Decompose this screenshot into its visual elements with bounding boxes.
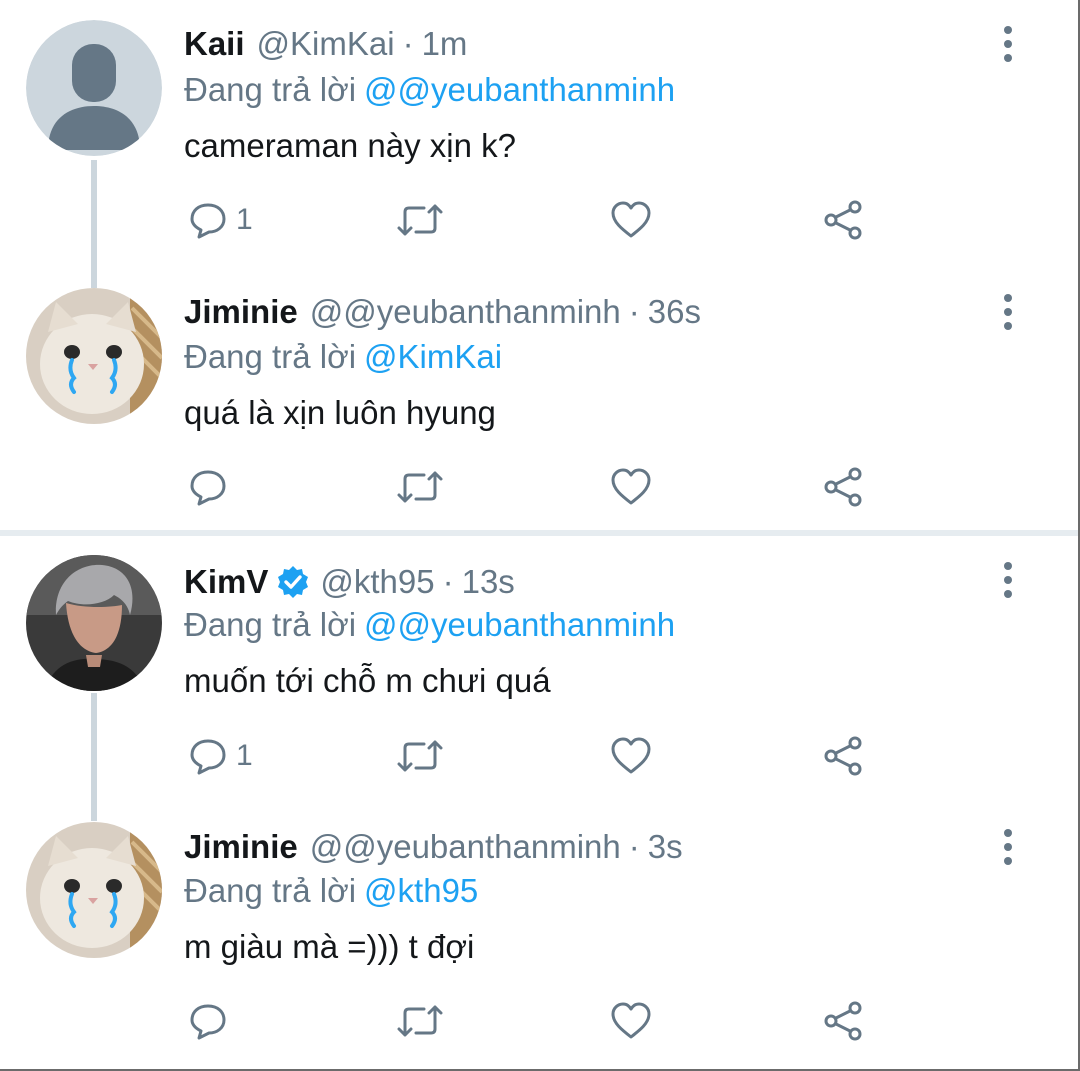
reply-button[interactable] xyxy=(188,463,236,511)
author-name[interactable]: KimV xyxy=(184,560,268,604)
reply-icon xyxy=(190,739,226,775)
tweet[interactable]: Jiminie @@yeubanthanminh · 3s Đang trả l… xyxy=(0,801,1078,1066)
timestamp[interactable]: 1m xyxy=(422,22,468,66)
like-button[interactable] xyxy=(610,463,652,511)
retweet-icon xyxy=(397,204,443,236)
more-vertical-icon[interactable] xyxy=(996,827,1020,867)
timestamp[interactable]: 36s xyxy=(648,290,701,334)
verified-badge-icon xyxy=(276,565,310,599)
tweet-header: KimV @kth95 · 13s xyxy=(184,560,515,604)
replying-mention[interactable]: @@yeubanthanminh xyxy=(364,71,675,108)
tweet-header: Kaii @KimKai · 1m xyxy=(184,22,467,66)
reply-button[interactable]: 1 xyxy=(188,732,253,780)
share-button[interactable] xyxy=(822,732,864,780)
author-handle[interactable]: @KimKai xyxy=(257,22,395,66)
retweet-button[interactable] xyxy=(396,196,444,244)
replying-to: Đang trả lời @KimKai xyxy=(184,335,502,379)
author-handle[interactable]: @@yeubanthanminh xyxy=(310,290,621,334)
share-icon xyxy=(824,1001,862,1041)
tweet-actions xyxy=(184,997,884,1045)
share-button[interactable] xyxy=(822,997,864,1045)
retweet-icon xyxy=(397,471,443,503)
reply-count: 1 xyxy=(236,203,253,236)
tweet-header: Jiminie @@yeubanthanminh · 36s xyxy=(184,290,701,334)
tweet-text: quá là xịn luôn hyung xyxy=(184,394,496,431)
reply-icon xyxy=(190,470,226,506)
tweet-header: Jiminie @@yeubanthanminh · 3s xyxy=(184,825,683,869)
reply-count: 1 xyxy=(236,739,253,772)
author-name[interactable]: Jiminie xyxy=(184,825,298,869)
tweet-actions: 1 xyxy=(184,196,884,244)
thread-2: KimV @kth95 · 13s Đang trả lời @@yeubanth… xyxy=(0,536,1078,1069)
share-icon xyxy=(824,467,862,507)
timestamp[interactable]: 3s xyxy=(648,825,683,869)
replying-to: Đang trả lời @@yeubanthanminh xyxy=(184,603,675,647)
author-name[interactable]: Kaii xyxy=(184,22,245,66)
tweet-text: cameraman này xịn k? xyxy=(184,127,516,164)
avatar-person-photo[interactable] xyxy=(26,555,162,691)
like-button[interactable] xyxy=(610,196,652,244)
replying-to: Đang trả lời @@yeubanthanminh xyxy=(184,68,675,112)
separator-dot: · xyxy=(628,293,640,330)
retweet-button[interactable] xyxy=(396,732,444,780)
like-button[interactable] xyxy=(610,997,652,1045)
retweet-icon xyxy=(397,740,443,772)
thread-1: Kaii @KimKai · 1m Đang trả lời @@yeubanth… xyxy=(0,0,1078,530)
heart-icon xyxy=(611,1002,651,1039)
heart-icon xyxy=(611,737,651,774)
retweet-button[interactable] xyxy=(396,997,444,1045)
replying-to: Đang trả lời @kth95 xyxy=(184,869,478,913)
more-vertical-icon[interactable] xyxy=(996,24,1020,64)
avatar-default-profile[interactable] xyxy=(26,20,162,156)
reply-icon xyxy=(190,203,226,239)
replying-mention[interactable]: @kth95 xyxy=(364,872,478,909)
tweet[interactable]: KimV @kth95 · 13s Đang trả lời @@yeubanth… xyxy=(0,536,1078,801)
avatar-crying-cat[interactable] xyxy=(26,822,162,958)
tweet[interactable]: Kaii @KimKai · 1m Đang trả lời @@yeubanth… xyxy=(0,0,1078,265)
separator-dot: · xyxy=(402,25,414,62)
replying-label: Đang trả lời xyxy=(184,872,357,909)
more-vertical-icon[interactable] xyxy=(996,292,1020,332)
more-vertical-icon[interactable] xyxy=(996,560,1020,600)
share-button[interactable] xyxy=(822,196,864,244)
heart-icon xyxy=(611,201,651,238)
heart-icon xyxy=(611,468,651,505)
tweet-actions: 1 xyxy=(184,732,884,780)
tweet-actions xyxy=(184,463,884,511)
author-handle[interactable]: @@yeubanthanminh xyxy=(310,825,621,869)
reply-icon xyxy=(190,1004,226,1040)
avatar-crying-cat[interactable] xyxy=(26,288,162,424)
like-button[interactable] xyxy=(610,732,652,780)
author-handle[interactable]: @kth95 xyxy=(320,560,434,604)
author-name[interactable]: Jiminie xyxy=(184,290,298,334)
replying-mention[interactable]: @KimKai xyxy=(364,338,502,375)
reply-button[interactable] xyxy=(188,997,236,1045)
tweet-text: m giàu mà =))) t đợi xyxy=(184,928,475,965)
timestamp[interactable]: 13s xyxy=(462,560,515,604)
tweet-text: muốn tới chỗ m chưi quá xyxy=(184,662,551,699)
share-icon xyxy=(824,200,862,240)
replying-mention[interactable]: @@yeubanthanminh xyxy=(364,606,675,643)
separator-dot: · xyxy=(442,563,454,600)
separator-dot: · xyxy=(628,828,640,865)
retweet-button[interactable] xyxy=(396,463,444,511)
replying-label: Đang trả lời xyxy=(184,606,357,643)
tweet[interactable]: Jiminie @@yeubanthanminh · 36s Đang trả … xyxy=(0,265,1078,530)
replying-label: Đang trả lời xyxy=(184,338,357,375)
retweet-icon xyxy=(397,1005,443,1037)
share-button[interactable] xyxy=(822,463,864,511)
replying-label: Đang trả lời xyxy=(184,71,357,108)
reply-button[interactable]: 1 xyxy=(188,196,253,244)
share-icon xyxy=(824,736,862,776)
